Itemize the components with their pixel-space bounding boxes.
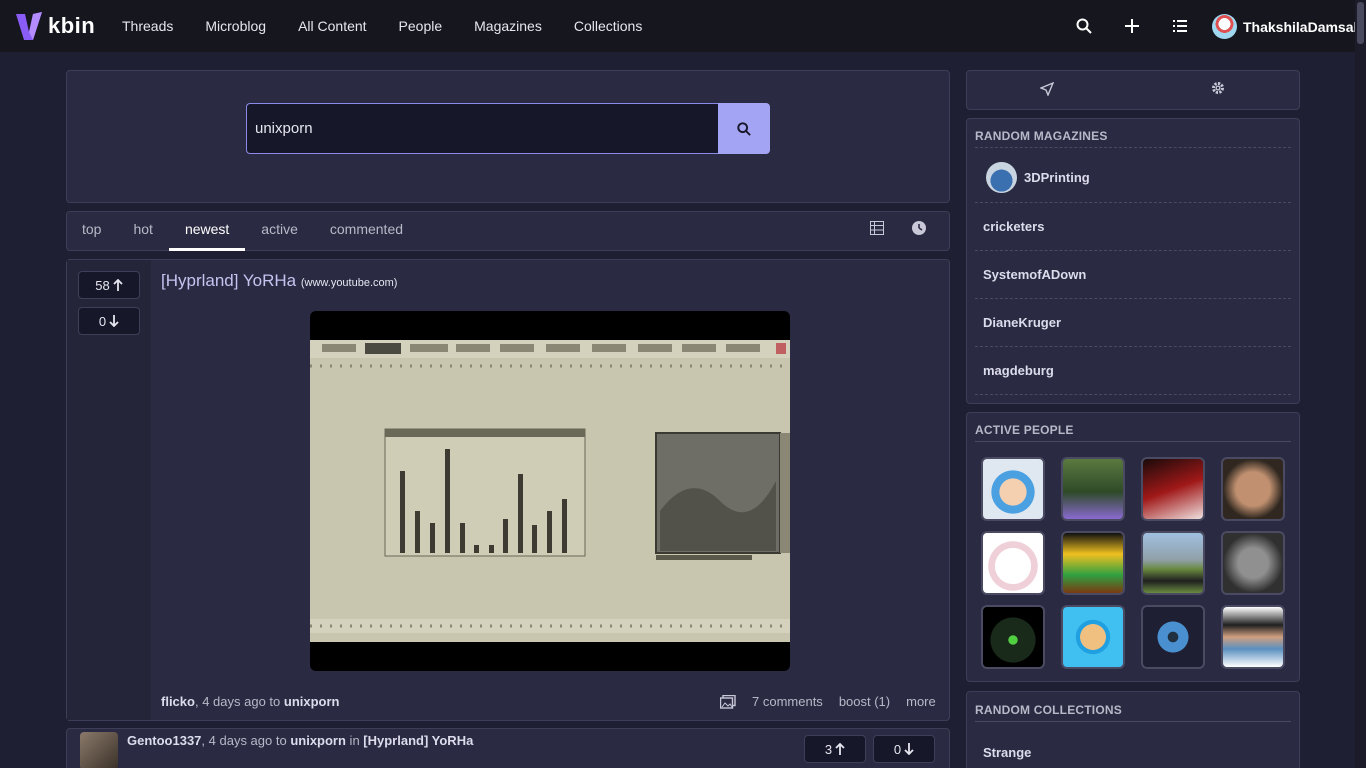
comment-upvote-button[interactable]: 3	[804, 735, 866, 763]
entry-author[interactable]: flicko	[161, 694, 195, 709]
avatar[interactable]	[981, 605, 1045, 669]
arrow-up-icon	[835, 743, 845, 755]
magazine-item-magdeburg[interactable]: magdeburg	[983, 363, 1054, 378]
divider	[975, 394, 1291, 395]
downvote-count: 0	[98, 313, 107, 329]
entry-magazine[interactable]: unixporn	[284, 694, 340, 709]
user-menu[interactable]: ThakshilaDamsak	[1212, 14, 1361, 39]
logo-text: kbin	[48, 13, 96, 38]
send-icon[interactable]	[1040, 82, 1054, 96]
comment-downvote-count: 0	[893, 741, 902, 757]
comment-downvote-button[interactable]: 0	[873, 735, 935, 763]
tab-top[interactable]: top	[66, 211, 117, 251]
tab-active[interactable]: active	[245, 211, 314, 251]
avatar[interactable]	[1061, 605, 1125, 669]
avatar[interactable]	[80, 732, 118, 768]
entry-time: , 4 days ago to	[194, 694, 284, 709]
comment-upvote-count: 3	[824, 741, 833, 757]
nav-all-content[interactable]: All Content	[282, 18, 382, 34]
divider	[975, 202, 1291, 203]
magazine-item-3dprinting[interactable]: 3DPrinting	[1024, 170, 1090, 185]
avatar[interactable]	[1141, 605, 1205, 669]
clock-icon[interactable]	[912, 221, 926, 235]
nav-people[interactable]: People	[383, 18, 459, 34]
gear-icon[interactable]	[1211, 81, 1225, 95]
video-thumbnail	[310, 340, 790, 642]
comment-thread[interactable]: [Hyprland] YoRHa	[363, 733, 473, 748]
kbin-logo-icon	[16, 12, 42, 40]
search-icon[interactable]	[1060, 18, 1108, 34]
avatar	[1212, 14, 1237, 39]
entry-actions: 7 comments boost (1) more	[720, 694, 936, 709]
upvote-count: 58	[95, 277, 110, 293]
search-icon	[737, 121, 751, 136]
comment-in-text: in	[345, 733, 364, 748]
tab-commented[interactable]: commented	[314, 211, 419, 251]
arrow-down-icon	[109, 315, 119, 327]
entry-meta: flicko, 4 days ago to unixporn	[161, 694, 339, 709]
comment-meta: Gentoo1337, 4 days ago to unixporn in [H…	[127, 733, 473, 748]
magazine-item-cricketers[interactable]: cricketers	[983, 219, 1044, 234]
sort-tabs: top hot newest active commented	[66, 211, 419, 251]
magazine-item-systemofadown[interactable]: SystemofADown	[983, 267, 1086, 282]
entry-title[interactable]: [Hyprland] YoRHa (www.youtube.com)	[161, 271, 397, 291]
scrollbar-thumb[interactable]	[1357, 2, 1364, 44]
nav-threads[interactable]: Threads	[106, 18, 189, 34]
video-embed[interactable]	[310, 311, 790, 671]
divider	[975, 721, 1291, 722]
gallery-icon[interactable]	[720, 694, 736, 709]
tab-newest[interactable]: newest	[168, 211, 246, 251]
top-actions	[1060, 0, 1204, 52]
downvote-button[interactable]: 0	[78, 307, 140, 335]
username: ThakshilaDamsak	[1243, 18, 1362, 35]
arrow-up-icon	[113, 279, 123, 291]
sidebar-tabs	[966, 70, 1300, 110]
main-nav: Threads Microblog All Content People Mag…	[106, 0, 658, 52]
random-magazines-panel	[966, 118, 1300, 404]
entry-title-text[interactable]: [Hyprland] YoRHa	[161, 271, 296, 290]
table-view-icon[interactable]	[870, 221, 884, 235]
arrow-down-icon	[904, 743, 914, 755]
scrollbar[interactable]	[1355, 0, 1366, 768]
nav-magazines[interactable]: Magazines	[458, 18, 558, 34]
avatar[interactable]	[1221, 605, 1285, 669]
divider	[975, 346, 1291, 347]
view-options	[870, 221, 926, 235]
random-collections-title: RANDOM COLLECTIONS	[975, 703, 1122, 717]
plus-icon[interactable]	[1108, 19, 1156, 33]
divider	[975, 147, 1291, 148]
tab-hot[interactable]: hot	[117, 211, 168, 251]
search-input[interactable]: unixporn	[246, 103, 719, 154]
search-submit-button[interactable]	[718, 103, 770, 154]
magazine-item-dianekruger[interactable]: DianeKruger	[983, 315, 1061, 330]
avatar[interactable]	[1221, 457, 1285, 521]
comment-time: , 4 days ago to	[201, 733, 291, 748]
avatar[interactable]	[1061, 457, 1125, 521]
magazine-3dprinting-icon	[986, 162, 1017, 193]
nav-collections[interactable]: Collections	[558, 18, 658, 34]
avatar[interactable]	[1221, 531, 1285, 595]
comments-link[interactable]: 7 comments	[752, 694, 823, 709]
active-people-title: ACTIVE PEOPLE	[975, 423, 1074, 437]
avatar[interactable]	[1141, 531, 1205, 595]
list-icon[interactable]	[1156, 20, 1204, 32]
kbin-logo[interactable]: kbin	[16, 12, 95, 40]
comment-magazine[interactable]: unixporn	[290, 733, 346, 748]
divider	[975, 250, 1291, 251]
divider	[975, 298, 1291, 299]
nav-microblog[interactable]: Microblog	[189, 18, 282, 34]
avatar[interactable]	[1061, 531, 1125, 595]
avatar[interactable]	[1141, 457, 1205, 521]
upvote-button[interactable]: 58	[78, 271, 140, 299]
comment-author[interactable]: Gentoo1337	[127, 733, 201, 748]
boost-button[interactable]: boost (1)	[839, 694, 890, 709]
random-magazines-title: RANDOM MAGAZINES	[975, 129, 1108, 143]
avatar[interactable]	[981, 457, 1045, 521]
entry-domain[interactable]: (www.youtube.com)	[301, 277, 398, 289]
avatar[interactable]	[981, 531, 1045, 595]
collection-item-strange[interactable]: Strange	[983, 745, 1031, 760]
more-menu[interactable]: more	[906, 694, 936, 709]
divider	[975, 441, 1291, 442]
